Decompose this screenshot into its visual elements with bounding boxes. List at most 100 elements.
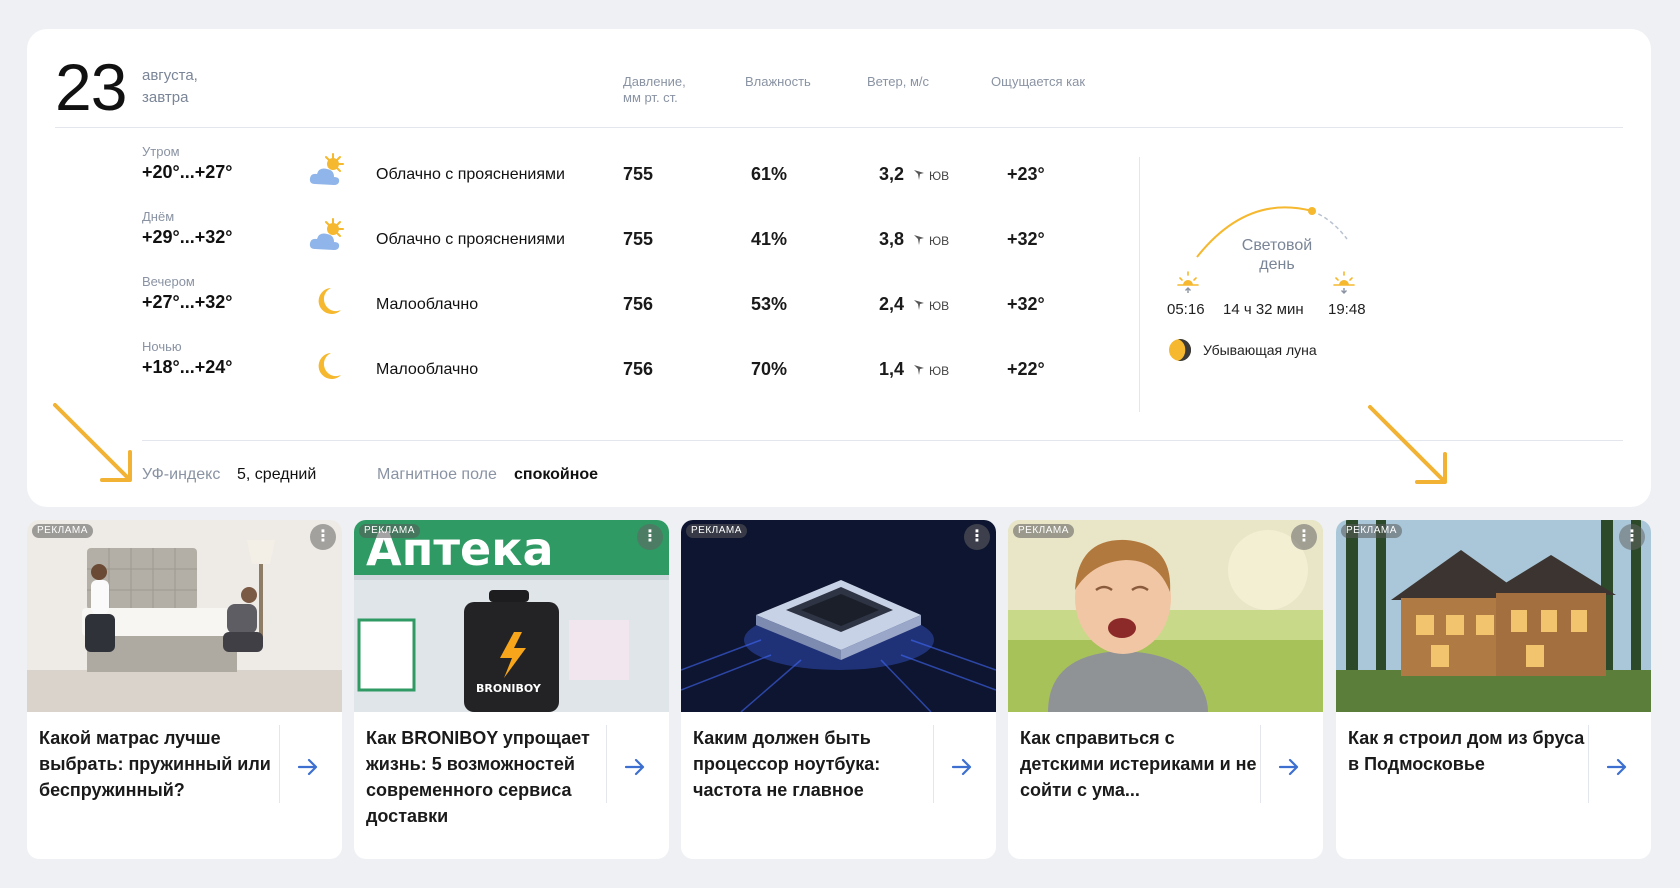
ad-title[interactable]: Каким должен быть процессор ноутбука: ча… — [693, 725, 933, 803]
daylight-title-line2: день — [1259, 256, 1295, 273]
day-number: 23 — [55, 50, 127, 124]
ad-title[interactable]: Как справиться с детскими истериками и н… — [1020, 725, 1260, 803]
row-wind-direction: ЮВ — [929, 364, 950, 378]
ad-menu-button[interactable]: ⋮ — [637, 524, 663, 550]
daylight-block: Световой день 05:16 14 ч 32 мин 19:48 — [1167, 199, 1417, 359]
moon-icon — [318, 288, 341, 314]
row-feels-like: +32° — [1007, 294, 1045, 314]
ad-card-processor[interactable]: РЕКЛАМА ⋮ Каким должен быть процессор но… — [681, 520, 996, 859]
ad-image-house-art — [1336, 520, 1651, 712]
row-feels-like: +32° — [1007, 229, 1045, 249]
day-month: августа, — [142, 67, 198, 84]
ad-menu-button[interactable]: ⋮ — [310, 524, 336, 550]
wind-direction-icon — [914, 235, 924, 245]
more-vertical-icon: ⋮ — [1296, 528, 1312, 545]
ad-image-broniboy: Аптека BRONIBOY РЕКЛАМА ⋮ — [354, 520, 669, 712]
wind-direction-icon — [914, 300, 924, 310]
vertical-divider — [1139, 157, 1140, 412]
ad-title[interactable]: Какой матрас лучше выбрать: пружинный ил… — [39, 725, 279, 803]
row-label: Вечером — [142, 274, 195, 289]
row-condition: Малооблачно — [376, 296, 479, 313]
col-head-pressure: Давление, мм рт. ст. — [623, 74, 686, 106]
ad-card-mattress[interactable]: РЕКЛАМА ⋮ Какой матрас лучше выбрать: пр… — [27, 520, 342, 859]
uv-index-value: 5, средний — [237, 466, 317, 483]
ad-menu-button[interactable]: ⋮ — [1619, 524, 1645, 550]
ad-title[interactable]: Как я строил дом из бруса в Подмосковье — [1348, 725, 1588, 777]
ad-separator — [1588, 725, 1589, 803]
ad-card-broniboy[interactable]: Аптека BRONIBOY РЕКЛАМА ⋮ Как BRONIBOY у… — [354, 520, 669, 859]
col-head-wind: Ветер, м/с — [867, 74, 930, 89]
ad-separator — [1260, 725, 1261, 803]
arrow-right-icon[interactable] — [622, 754, 648, 780]
row-wind-direction: ЮВ — [929, 234, 950, 248]
ad-badge: РЕКЛАМА — [32, 524, 93, 538]
row-humidity: 61% — [751, 164, 788, 184]
row-temp: +20°...+27° — [142, 162, 233, 182]
row-wind-speed: 3,2 — [879, 164, 905, 184]
daylight-title: Световой день — [1227, 236, 1327, 274]
ad-badge: РЕКЛАМА — [359, 524, 420, 538]
ad-image-processor-art — [681, 520, 996, 712]
daylight-title-line1: Световой — [1241, 237, 1313, 254]
arrow-right-icon[interactable] — [1604, 754, 1630, 780]
annotation-arrow-left-icon — [53, 403, 132, 482]
ad-image-tantrums: РЕКЛАМА ⋮ — [1008, 520, 1323, 712]
forecast-row-night: Ночью +18°...+24° Малооблачно 756 70% 1,… — [27, 339, 1127, 399]
arrow-right-icon[interactable] — [949, 754, 975, 780]
sunset-icon — [1333, 271, 1355, 294]
ad-menu-button[interactable]: ⋮ — [1291, 524, 1317, 550]
header-divider — [55, 127, 1623, 128]
row-wind-direction: ЮВ — [929, 169, 950, 183]
ad-image-broniboy-art: Аптека BRONIBOY — [354, 520, 669, 712]
ad-image-mattress-art — [27, 520, 342, 712]
moon-phase-label: Убывающая луна — [1203, 342, 1317, 358]
row-humidity: 70% — [751, 359, 788, 379]
wind-direction-icon — [914, 170, 924, 180]
ad-title[interactable]: Как BRONIBOY упрощает жизнь: 5 возможнос… — [366, 725, 606, 829]
row-label: Утром — [142, 144, 180, 159]
ad-card-house[interactable]: РЕКЛАМА ⋮ Как я строил дом из бруса в По… — [1336, 520, 1651, 859]
annotation-arrow-right-icon — [1368, 405, 1447, 484]
row-humidity: 41% — [751, 229, 788, 249]
row-pressure: 756 — [623, 294, 654, 314]
waning-moon-icon — [1169, 339, 1191, 361]
row-wind-speed: 3,8 — [879, 229, 905, 249]
sunset-time: 19:48 — [1328, 301, 1366, 318]
ad-image-mattress: РЕКЛАМА ⋮ — [27, 520, 342, 712]
arrow-right-icon[interactable] — [1276, 754, 1302, 780]
row-feels-like: +22° — [1007, 359, 1045, 379]
ad-menu-button[interactable]: ⋮ — [964, 524, 990, 550]
ad-card-tantrums[interactable]: РЕКЛАМА ⋮ Как справиться с детскими исте… — [1008, 520, 1323, 859]
row-condition: Облачно с прояснениями — [376, 231, 565, 248]
row-condition: Облачно с прояснениями — [376, 166, 565, 183]
forecast-row-day: Днём +29°...+32° Облачно с прояснениями … — [27, 209, 1127, 269]
arrow-right-icon[interactable] — [295, 754, 321, 780]
uv-index-label: УФ-индекс — [142, 466, 221, 483]
partly-cloudy-icon — [309, 153, 344, 185]
row-label: Днём — [142, 209, 175, 224]
broniboy-bag-text: BRONIBOY — [476, 682, 542, 695]
more-vertical-icon: ⋮ — [969, 528, 985, 545]
ad-image-processor: РЕКЛАМА ⋮ — [681, 520, 996, 712]
ad-badge: РЕКЛАМА — [1013, 524, 1074, 538]
row-wind-speed: 1,4 — [879, 359, 905, 379]
ad-badge: РЕКЛАМА — [686, 524, 747, 538]
magnetic-field-label: Магнитное поле — [377, 466, 497, 483]
daylight-length: 14 ч 32 мин — [1223, 301, 1304, 318]
row-pressure: 755 — [623, 229, 654, 249]
row-condition: Малооблачно — [376, 361, 479, 378]
day-subtitle: августа, завтра — [142, 65, 198, 109]
col-head-pressure-line1: Давление, — [623, 74, 686, 89]
ad-image-tantrums-art — [1008, 520, 1323, 712]
ad-separator — [279, 725, 280, 803]
more-vertical-icon: ⋮ — [642, 528, 658, 545]
sunrise-time: 05:16 — [1167, 301, 1205, 318]
day-relative: завтра — [142, 89, 189, 106]
col-head-humidity: Влажность — [745, 74, 811, 89]
row-temp: +29°...+32° — [142, 227, 233, 247]
ad-separator — [933, 725, 934, 803]
row-wind-direction: ЮВ — [929, 299, 950, 313]
ad-badge: РЕКЛАМА — [1341, 524, 1402, 538]
row-pressure: 756 — [623, 359, 654, 379]
row-temp: +27°...+32° — [142, 292, 233, 312]
